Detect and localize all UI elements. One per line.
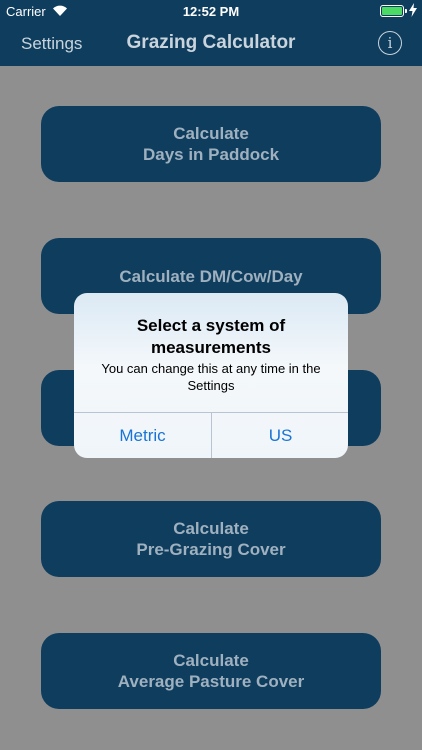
- charging-icon: [409, 3, 417, 17]
- status-bar: Carrier 12:52 PM: [0, 0, 422, 22]
- button-label-line1: Calculate: [173, 124, 249, 143]
- info-icon[interactable]: i: [378, 31, 402, 55]
- metric-button[interactable]: Metric: [74, 413, 211, 458]
- button-label-line1: Calculate: [173, 519, 249, 538]
- button-label-line2: Days in Paddock: [142, 145, 280, 164]
- button-label-line2: Average Pasture Cover: [117, 672, 305, 691]
- alert-message: You can change this at any time in the S…: [101, 361, 321, 393]
- calculate-pre-grazing-cover-button[interactable]: Calculate Pre-Grazing Cover: [41, 501, 381, 577]
- button-label-line1: Calculate: [173, 651, 249, 670]
- button-label-line2: Pre-Grazing Cover: [136, 540, 286, 559]
- calculate-days-in-paddock-button[interactable]: Calculate Days in Paddock: [41, 106, 381, 182]
- calculate-average-pasture-cover-button[interactable]: Calculate Average Pasture Cover: [41, 633, 381, 709]
- alert-title: Select a system of measurements: [136, 316, 286, 357]
- settings-button[interactable]: Settings: [21, 34, 82, 54]
- battery-icon: [380, 5, 407, 17]
- us-button[interactable]: US: [212, 413, 348, 458]
- status-time: 12:52 PM: [182, 4, 240, 19]
- navigation-bar: Settings Grazing Calculator i: [0, 22, 422, 66]
- button-label-line1: Calculate DM/Cow/Day: [119, 266, 303, 286]
- measurement-system-alert: Select a system of measurements You can …: [74, 293, 348, 458]
